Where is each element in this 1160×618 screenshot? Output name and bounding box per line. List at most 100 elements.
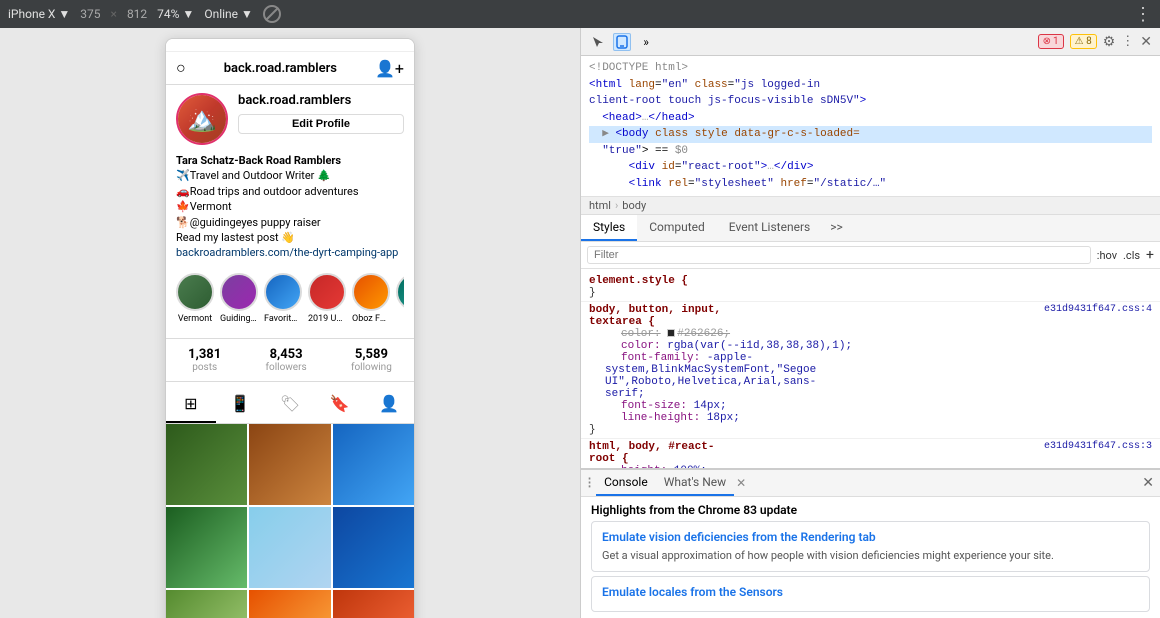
inspect-icon[interactable]: [589, 33, 607, 51]
ig-tab-grid[interactable]: ⊞: [166, 386, 216, 423]
device-toolbar-icon[interactable]: [613, 33, 631, 51]
device-selector[interactable]: iPhone X ▼: [8, 7, 70, 21]
ig-highlight-item[interactable]: Oboz Foo...: [352, 273, 390, 324]
ig-stat-num: 1,381: [188, 347, 221, 362]
console-tab-bar: ⁝ Console What's New ✕ ✕: [581, 470, 1160, 497]
width-value: 375: [80, 7, 100, 21]
phone-frame: ○ back.road.ramblers 👤+ 🏔️ back.road.ram…: [165, 38, 415, 618]
add-style-rule-button[interactable]: +: [1146, 247, 1154, 263]
toolbar-more-icon[interactable]: ⋮: [1134, 4, 1152, 25]
ig-username-header: back.road.ramblers: [224, 61, 337, 76]
ig-profile-right: back.road.ramblers Edit Profile: [238, 93, 404, 134]
error-badge: ⊗ 1: [1038, 34, 1064, 49]
style-rule-element: element.style { }: [581, 273, 1160, 302]
close-console-panel-button[interactable]: ✕: [1142, 475, 1154, 491]
ig-settings-icon[interactable]: ○: [176, 58, 186, 78]
error-icon: ⊗: [1043, 36, 1051, 47]
ig-grid-item[interactable]: [333, 590, 414, 618]
tab-console[interactable]: Console: [596, 470, 656, 496]
tab-computed[interactable]: Computed: [637, 215, 717, 241]
tab-whats-new[interactable]: What's New: [656, 470, 734, 496]
block-icon: [263, 5, 281, 23]
tab-styles[interactable]: Styles: [581, 215, 637, 241]
ig-tabs: ⊞ 📱 🏷 🔖 👤: [166, 386, 414, 424]
ig-display-name: back.road.ramblers: [238, 93, 404, 108]
ig-grid-item[interactable]: [166, 507, 247, 588]
ig-highlights: Vermont Guiding E... Favorite ... 2019 U…: [176, 267, 404, 330]
ig-grid-item[interactable]: [166, 590, 247, 618]
more-panels-icon[interactable]: »: [637, 33, 655, 51]
devtools-close-button[interactable]: ✕: [1140, 34, 1152, 50]
source-line-4: <head>…</head>: [589, 110, 1152, 127]
ig-highlight-circle: [308, 273, 346, 311]
ig-add-person-icon[interactable]: 👤+: [375, 59, 404, 78]
toolbar-right: ⋮: [1134, 4, 1152, 25]
console-card-1-body: Get a visual approximation of how people…: [602, 548, 1139, 563]
ig-highlight-label: 2019 USA: [308, 314, 346, 324]
styles-tabs-more[interactable]: >>: [822, 215, 851, 241]
ig-highlight-item[interactable]: Vermont: [176, 273, 214, 324]
ig-tab-video[interactable]: 📱: [216, 386, 266, 423]
ig-highlight-circle: [176, 273, 214, 311]
ig-grid-item[interactable]: [249, 424, 330, 505]
ig-tab-tagged[interactable]: 🏷: [265, 386, 315, 423]
height-value: 812: [127, 7, 147, 21]
breadcrumb-html[interactable]: html: [589, 199, 611, 212]
ig-tab-profile[interactable]: 👤: [364, 386, 414, 423]
devtools-panel: » ⊗ 1 ⚠ 8 ⚙ ⋮ ✕ <!DOCTYPE html> <html la…: [580, 28, 1160, 618]
ig-highlight-label: Favorite ...: [264, 314, 302, 324]
ig-avatar-img: 🏔️: [178, 95, 226, 143]
ig-highlight-label: Guiding E...: [220, 314, 258, 324]
ig-stat-num: 8,453: [270, 347, 303, 362]
ig-grid-item[interactable]: [333, 507, 414, 588]
styles-filter-input[interactable]: [587, 246, 1091, 264]
ig-highlight-circle: [220, 273, 258, 311]
filter-cls-button[interactable]: .cls: [1123, 249, 1140, 262]
console-content: Highlights from the Chrome 83 update Emu…: [581, 497, 1160, 618]
console-card-2-title[interactable]: Emulate locales from the Sensors: [602, 585, 1139, 599]
ig-photo-grid: [166, 424, 414, 618]
zoom-selector[interactable]: 74% ▼: [157, 7, 194, 21]
settings-icon[interactable]: ⚙: [1103, 34, 1116, 50]
ig-grid-item[interactable]: [249, 507, 330, 588]
ig-highlight-item[interactable]: Guiding E...: [220, 273, 258, 324]
console-drawer-icon[interactable]: ⁝: [587, 473, 592, 492]
tab-event-listeners[interactable]: Event Listeners: [717, 215, 822, 241]
filter-hov-button[interactable]: :hov: [1097, 249, 1117, 262]
ig-grid-item[interactable]: [166, 424, 247, 505]
ig-grid-item[interactable]: [333, 424, 414, 505]
ig-profile-top: 🏔️ back.road.ramblers Edit Profile: [176, 93, 404, 145]
ig-edit-profile-button[interactable]: Edit Profile: [238, 114, 404, 134]
ig-bio-line1: ✈️Travel and Outdoor Writer 🌲: [176, 168, 404, 183]
ig-highlight-item[interactable]: Favorite ...: [264, 273, 302, 324]
ig-highlight-circle: [352, 273, 390, 311]
browser-viewport: ○ back.road.ramblers 👤+ 🏔️ back.road.ram…: [0, 28, 580, 618]
ig-highlight-item[interactable]: Vi: [396, 273, 404, 324]
network-selector[interactable]: Online ▼: [204, 7, 253, 21]
devtools-top-bar: » ⊗ 1 ⚠ 8 ⚙ ⋮ ✕: [581, 28, 1160, 56]
ig-bio-line3: 🍁Vermont: [176, 199, 404, 214]
ig-top-bar: ○ back.road.ramblers 👤+: [166, 52, 414, 85]
ig-tab-save[interactable]: 🔖: [315, 386, 365, 423]
source-line-5[interactable]: ▶ <body class style data-gr-c-s-loaded=: [589, 126, 1152, 143]
warning-badge: ⚠ 8: [1070, 34, 1097, 49]
ig-bio-link[interactable]: backroadramblers.com/the-dyrt-camping-ap…: [176, 246, 398, 259]
devtools-more-icon[interactable]: ⋮: [1121, 34, 1134, 49]
console-card-1-title[interactable]: Emulate vision deficiencies from the Ren…: [602, 530, 1139, 544]
console-highlight-text: Highlights from the Chrome 83 update: [591, 503, 1150, 517]
ig-highlight-item[interactable]: 2019 USA: [308, 273, 346, 324]
ig-stat: 5,589 following: [351, 347, 392, 373]
source-line-7: <div id="react-root">…</div>: [589, 159, 1152, 176]
ig-highlight-circle: [264, 273, 302, 311]
tab-whats-new-close[interactable]: ✕: [736, 476, 746, 490]
breadcrumb-body[interactable]: body: [622, 199, 646, 212]
styles-filter-bar: :hov .cls +: [581, 242, 1160, 269]
ig-highlight-label: Vermont: [178, 314, 212, 324]
console-card-1: Emulate vision deficiencies from the Ren…: [591, 521, 1150, 572]
ig-avatar: 🏔️: [176, 93, 228, 145]
console-panel: ⁝ Console What's New ✕ ✕ Highlights from…: [581, 468, 1160, 618]
ig-bio-line5: Read my lastest post 👋: [176, 230, 404, 245]
ig-stat-label: followers: [266, 362, 307, 373]
source-line-8: <link rel="stylesheet" href="/static/…": [589, 176, 1152, 193]
ig-grid-item[interactable]: [249, 590, 330, 618]
